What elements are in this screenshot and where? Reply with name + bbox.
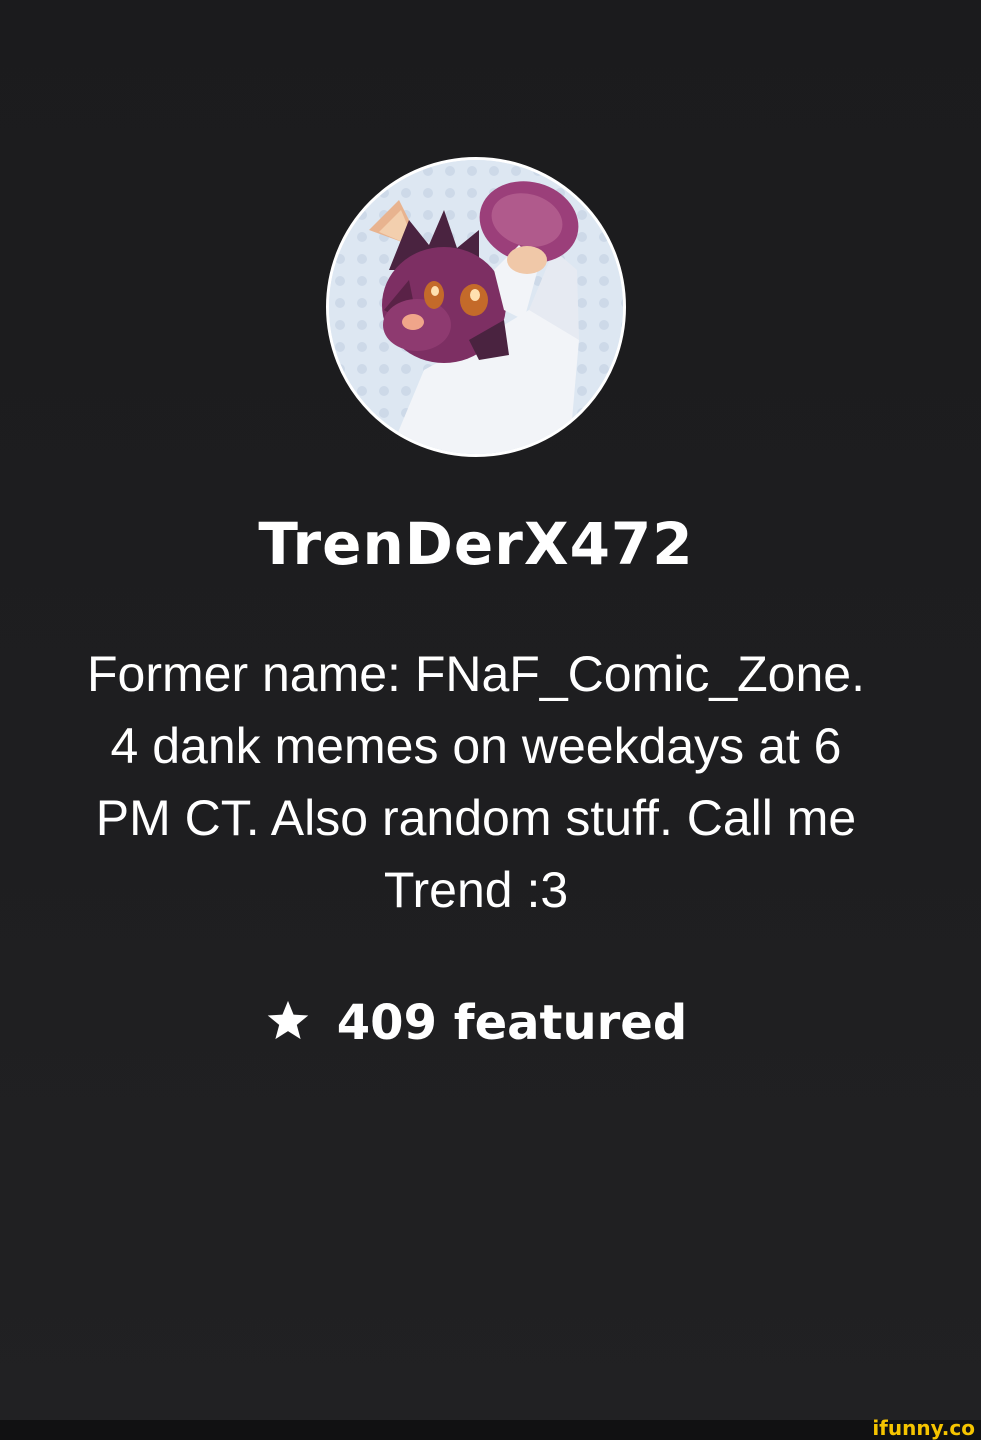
footer-strip bbox=[0, 1420, 981, 1440]
bio-line: PM CT. Also random stuff. Call me bbox=[95, 790, 857, 846]
avatar-illustration bbox=[329, 160, 623, 454]
bio-line: 4 dank memes on weekdays at 6 bbox=[110, 718, 842, 774]
featured-label: 409 featured bbox=[336, 995, 688, 1051]
bio-line: Trend :3 bbox=[383, 862, 569, 918]
avatar[interactable] bbox=[326, 157, 626, 457]
bio-line: Former name: FNaF_Comic_Zone. bbox=[86, 646, 865, 702]
profile-bio: Former name: FNaF_Comic_Zone. 4 dank mem… bbox=[0, 638, 972, 926]
featured-count[interactable]: 409 featured bbox=[0, 990, 952, 1060]
star-icon bbox=[265, 994, 311, 1060]
username: TrenDerX472 bbox=[258, 510, 694, 578]
watermark-logo: ifunny.co bbox=[872, 1416, 975, 1440]
